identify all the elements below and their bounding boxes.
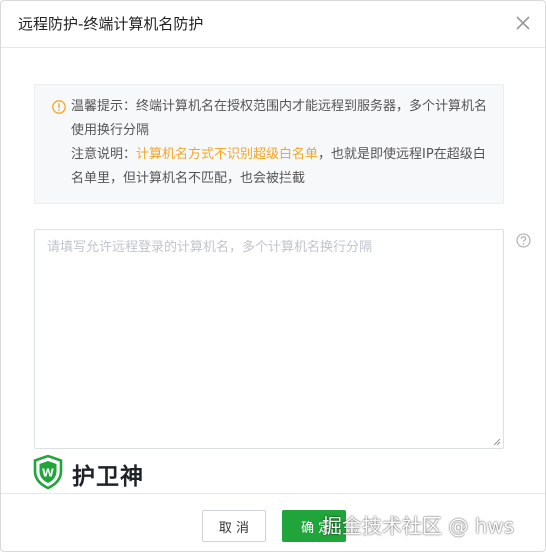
notice-tip: 温馨提示：终端计算机名在授权范围内才能远程到服务器，多个计算机名使用换行分隔 (71, 99, 488, 138)
computer-names-field (34, 229, 504, 449)
notice-highlight: 计算机名方式不识别超级白名单 (136, 147, 319, 162)
computer-names-input[interactable] (35, 230, 503, 448)
close-button[interactable] (513, 13, 533, 33)
dialog-title: 远程防护-终端计算机名防护 (18, 15, 204, 33)
dialog-header: 远程防护-终端计算机名防护 (1, 1, 545, 48)
warning-circle-icon (52, 100, 66, 114)
close-icon (516, 16, 530, 30)
brand-name: 护卫神 (72, 464, 144, 490)
watermark-text: 掘金技术社区 @ hws (322, 514, 515, 538)
question-circle-icon[interactable] (516, 233, 531, 248)
cancel-button[interactable]: 取 消 (202, 510, 266, 542)
dialog: 远程防护-终端计算机名防护 温馨提示：终端计算机名在授权范围内才能远程到服务器，… (0, 0, 546, 552)
notice-note: 注意说明：计算机名方式不识别超级白名单，也就是即使远程IP在超级白名单里，但计算… (71, 143, 497, 191)
notice-note-prefix: 注意说明： (71, 147, 137, 162)
resize-handle-icon[interactable] (492, 437, 501, 446)
notice-text: 温馨提示：终端计算机名在授权范围内才能远程到服务器，多个计算机名使用换行分隔 注… (71, 95, 497, 191)
shield-logo-icon: W (33, 455, 63, 489)
notice-box: 温馨提示：终端计算机名在授权范围内才能远程到服务器，多个计算机名使用换行分隔 注… (34, 84, 504, 204)
shield-letter: W (42, 467, 54, 480)
